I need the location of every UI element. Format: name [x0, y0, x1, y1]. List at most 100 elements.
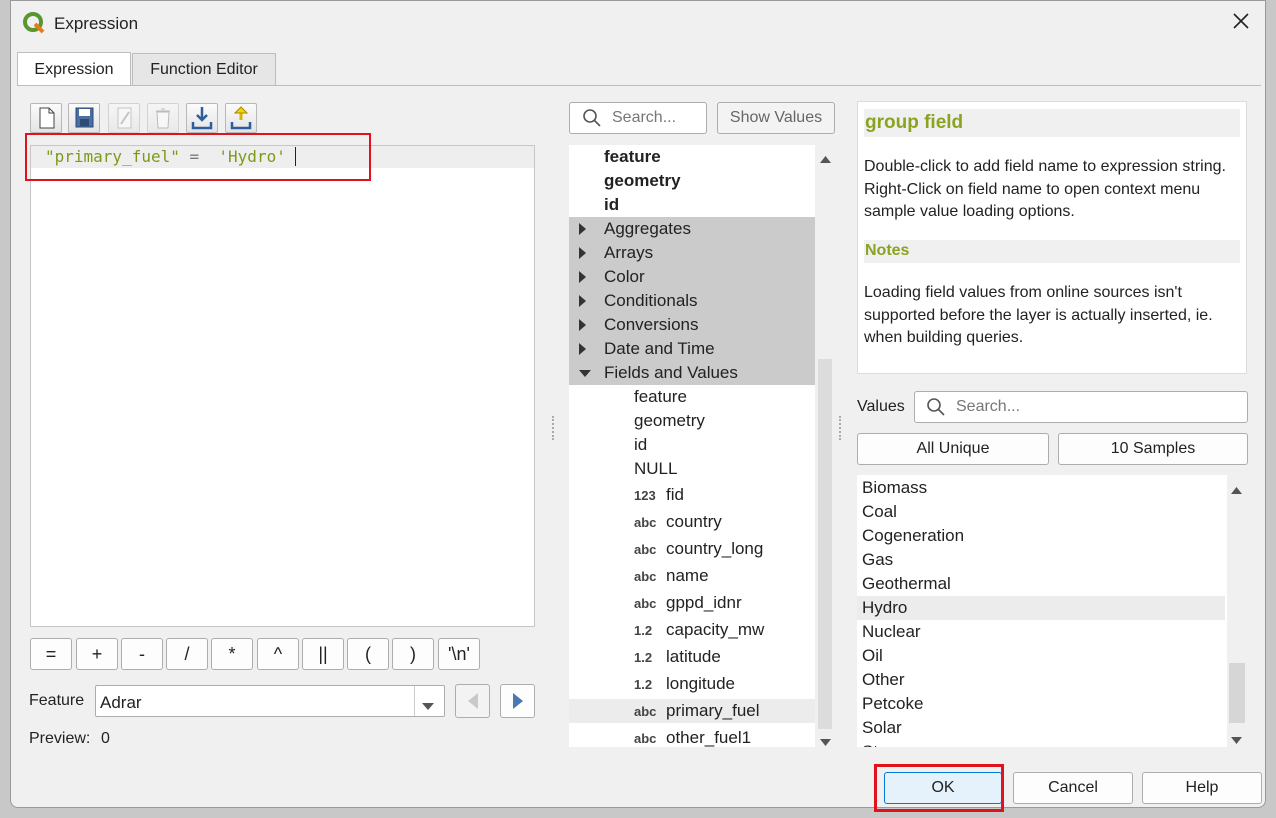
tree-group-fields-and-values[interactable]: Fields and Values	[569, 361, 815, 385]
tree-field-item[interactable]: 1.2 latitude	[634, 645, 721, 669]
previous-feature-button[interactable]	[455, 684, 490, 718]
scroll-down-icon[interactable]	[1231, 731, 1242, 749]
value-item[interactable]: Coal	[857, 500, 1225, 524]
tree-item-geometry[interactable]: geometry	[604, 169, 681, 193]
tree-field-item[interactable]: feature	[634, 385, 687, 409]
tree-group-conditionals[interactable]: Conditionals	[569, 289, 815, 313]
operator-multiply-button[interactable]: *	[211, 638, 253, 670]
tree-group-color[interactable]: Color	[569, 265, 815, 289]
value-item[interactable]: St	[857, 740, 1225, 747]
feature-label: Feature	[29, 692, 85, 709]
edit-button[interactable]	[108, 103, 140, 133]
tab-function-editor[interactable]: Function Editor	[132, 53, 276, 86]
tree-scrollbar[interactable]	[816, 145, 834, 747]
tree-group-date-and-time[interactable]: Date and Time	[569, 337, 815, 361]
expand-arrow-icon	[579, 247, 586, 259]
scroll-down-icon[interactable]	[820, 733, 831, 751]
values-list[interactable]: Biomass Coal Cogeneration Gas Geothermal…	[857, 475, 1227, 747]
show-values-button[interactable]: Show Values	[717, 102, 835, 134]
help-panel: group field Double-click to add field na…	[857, 101, 1247, 374]
value-item[interactable]: Biomass	[857, 476, 1225, 500]
field-name: primary_fuel	[666, 701, 760, 720]
tree-item-id[interactable]: id	[604, 193, 619, 217]
tree-group-arrays[interactable]: Arrays	[569, 241, 815, 265]
operator-newline-button[interactable]: '\n'	[438, 638, 480, 670]
tree-field-item[interactable]: abc other_fuel1	[634, 726, 751, 747]
value-item[interactable]: Nuclear	[857, 620, 1225, 644]
tree-field-item[interactable]: geometry	[634, 409, 705, 433]
value-item-selected[interactable]: Hydro	[857, 596, 1225, 620]
feature-value: Adrar	[100, 693, 142, 712]
new-file-button[interactable]	[30, 103, 62, 133]
help-title: group field	[864, 109, 1240, 137]
notes-title: Notes	[864, 240, 1240, 263]
type-badge: 123	[634, 487, 656, 503]
value-item[interactable]: Other	[857, 668, 1225, 692]
operator-close-paren-button[interactable]: )	[392, 638, 434, 670]
tree-field-item[interactable]: NULL	[634, 457, 677, 481]
expand-arrow-icon	[579, 271, 586, 283]
splitter-handle[interactable]	[839, 416, 841, 440]
tree-item-feature[interactable]: feature	[604, 145, 661, 169]
function-tree[interactable]: feature geometry id Aggregates Arrays Co…	[569, 145, 815, 747]
cancel-button[interactable]: Cancel	[1013, 772, 1133, 804]
next-feature-button[interactable]	[500, 684, 535, 718]
operator-equals-button[interactable]: =	[30, 638, 72, 670]
operator-plus-button[interactable]: +	[76, 638, 118, 670]
tree-field-item[interactable]: abc country	[634, 510, 722, 534]
scroll-up-icon[interactable]	[1231, 481, 1242, 499]
tree-field-item-selected[interactable]: abc primary_fuel	[569, 699, 815, 723]
collapse-arrow-icon	[579, 369, 591, 377]
operator-minus-button[interactable]: -	[121, 638, 163, 670]
scrollbar-thumb[interactable]	[818, 359, 832, 729]
operator-divide-button[interactable]: /	[166, 638, 208, 670]
tree-field-item[interactable]: abc country_long	[634, 537, 763, 561]
expand-arrow-icon	[579, 319, 586, 331]
type-badge: 1.2	[634, 622, 653, 638]
tree-group-aggregates[interactable]: Aggregates	[569, 217, 815, 241]
title-bar: Expression	[11, 1, 1265, 45]
window-title: Expression	[54, 14, 139, 33]
ok-highlight-box	[874, 764, 1004, 812]
value-item[interactable]: Solar	[857, 716, 1225, 740]
feature-combobox[interactable]: Adrar	[95, 685, 445, 717]
field-name: country	[666, 512, 722, 531]
value-item[interactable]: Gas	[857, 548, 1225, 572]
tree-field-item[interactable]: 1.2 longitude	[634, 672, 735, 696]
tab-expression[interactable]: Expression	[17, 52, 131, 86]
scrollbar-thumb[interactable]	[1229, 663, 1245, 723]
value-item[interactable]: Petcoke	[857, 692, 1225, 716]
function-search-input[interactable]: Search...	[569, 102, 707, 134]
tree-field-item[interactable]: id	[634, 433, 647, 457]
operator-power-button[interactable]: ^	[257, 638, 299, 670]
close-icon[interactable]	[1231, 11, 1251, 36]
field-name: gppd_idnr	[666, 593, 742, 612]
save-button[interactable]	[68, 103, 100, 133]
operator-concat-button[interactable]: ||	[302, 638, 344, 670]
value-item[interactable]: Geothermal	[857, 572, 1225, 596]
operator-open-paren-button[interactable]: (	[347, 638, 389, 670]
type-badge: abc	[634, 730, 657, 746]
scroll-up-icon[interactable]	[820, 150, 831, 168]
values-scrollbar[interactable]	[1227, 475, 1247, 747]
tree-group-conversions[interactable]: Conversions	[569, 313, 815, 337]
splitter-handle[interactable]	[552, 416, 554, 440]
help-button[interactable]: Help	[1142, 772, 1262, 804]
tree-group-label: Aggregates	[604, 219, 691, 238]
tree-field-item[interactable]: 1.2 capacity_mw	[634, 618, 764, 642]
expand-arrow-icon	[579, 343, 586, 355]
delete-button[interactable]	[147, 103, 179, 133]
tree-field-item[interactable]: 123 fid	[634, 483, 684, 507]
import-button[interactable]	[186, 103, 218, 133]
value-item[interactable]: Cogeneration	[857, 524, 1225, 548]
export-button[interactable]	[225, 103, 257, 133]
expression-editor[interactable]: "primary_fuel" = 'Hydro'	[30, 145, 535, 627]
tree-group-label: Conversions	[604, 315, 699, 334]
tree-field-item[interactable]: abc name	[634, 564, 709, 588]
field-name: country_long	[666, 539, 764, 558]
all-unique-button[interactable]: All Unique	[857, 433, 1049, 465]
ten-samples-button[interactable]: 10 Samples	[1058, 433, 1248, 465]
tree-field-item[interactable]: abc gppd_idnr	[634, 591, 742, 615]
value-item[interactable]: Oil	[857, 644, 1225, 668]
values-search-input[interactable]: Search...	[914, 391, 1248, 423]
